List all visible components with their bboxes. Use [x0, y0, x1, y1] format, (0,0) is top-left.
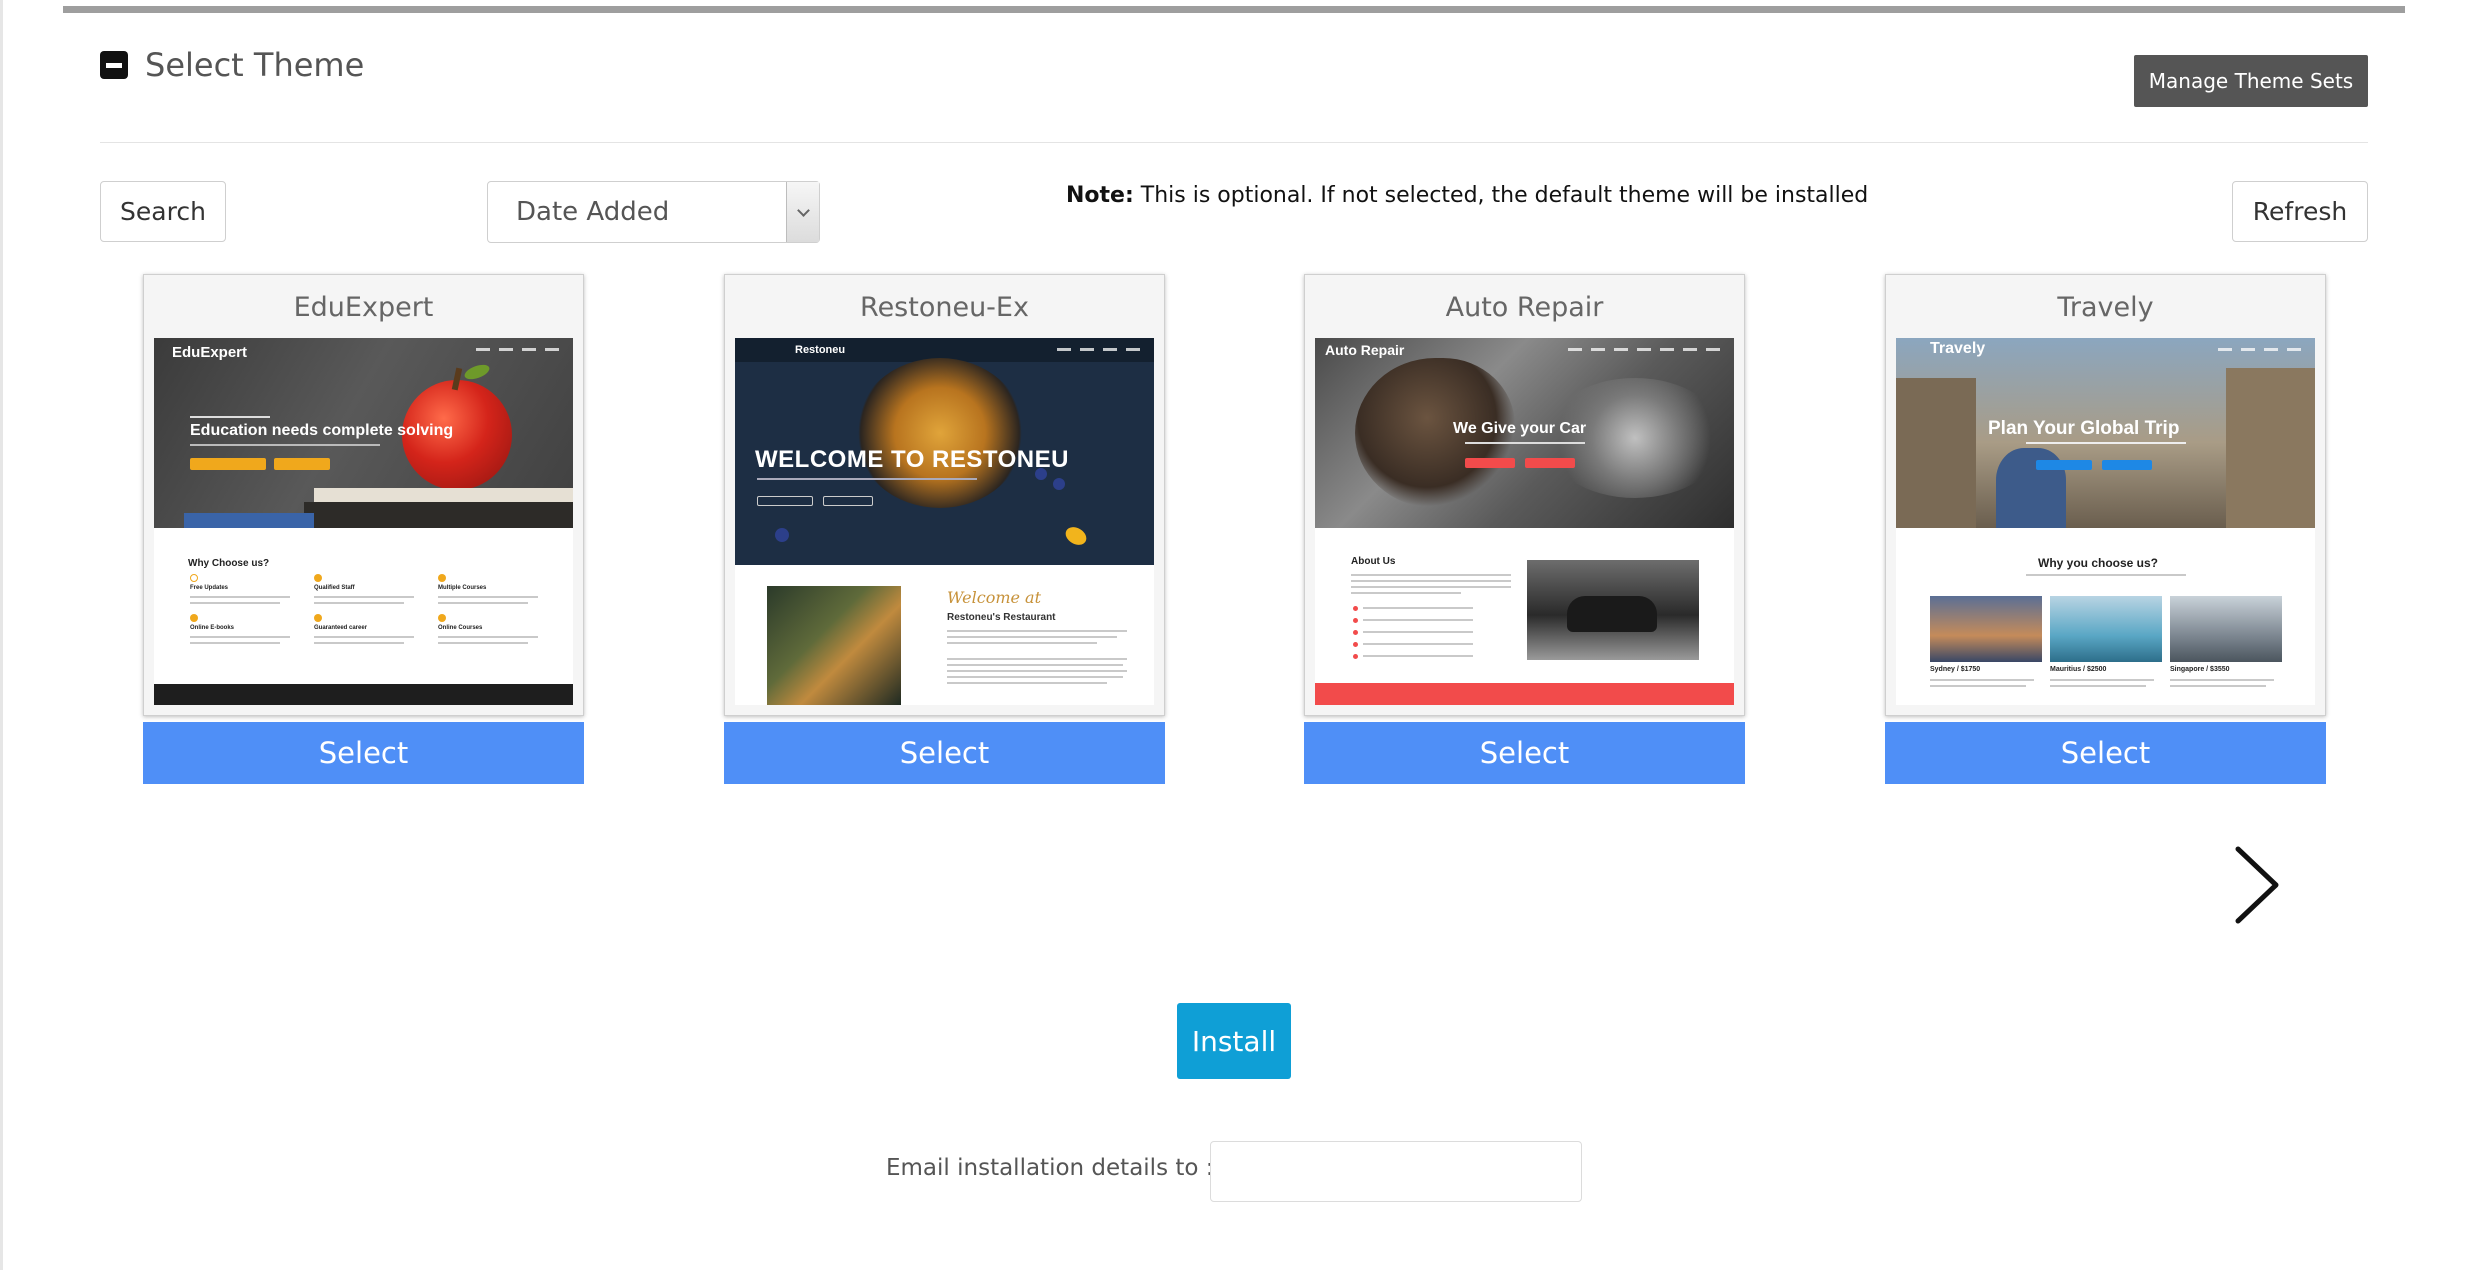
preview-headline: Plan Your Global Trip: [1988, 418, 2180, 439]
chevron-down-icon[interactable]: [786, 182, 819, 242]
manage-theme-sets-button[interactable]: Manage Theme Sets: [2134, 55, 2368, 107]
theme-card-travely[interactable]: Travely Travely Plan Your Global Trip Wh…: [1885, 274, 2326, 716]
sort-select[interactable]: Date Added: [487, 181, 820, 243]
theme-name: EduExpert: [293, 291, 434, 323]
preview-brand: Auto Repair: [1325, 342, 1405, 358]
email-field[interactable]: [1210, 1141, 1582, 1202]
preview-brand: Travely: [1930, 340, 1986, 357]
theme-card-restoneu-ex[interactable]: Restoneu-Ex Restoneu WELCOME TO RESTONEU…: [724, 274, 1165, 716]
preview-feature: Guaranteed career: [314, 625, 368, 631]
preview-section-heading: About Us: [1351, 556, 1396, 567]
preview-script-heading: Welcome at: [947, 588, 1042, 607]
destination-photo: [1930, 596, 2042, 662]
theme-preview-image[interactable]: Restoneu WELCOME TO RESTONEU Welcome at …: [735, 338, 1154, 705]
theme-card-eduexpert[interactable]: EduExpert EduExpert Education needs comp…: [143, 274, 584, 716]
note-label: Note:: [1066, 183, 1134, 208]
theme-preview-image[interactable]: EduExpert Education needs complete solvi…: [154, 338, 573, 705]
header-divider: [100, 142, 2368, 143]
minus-square-icon[interactable]: [100, 51, 128, 79]
destination-photo: [2050, 596, 2162, 662]
optional-note: Note: This is optional. If not selected,…: [1066, 183, 1868, 208]
section-title: Select Theme: [145, 46, 365, 84]
preview-feature: Free Updates: [190, 585, 229, 591]
select-button-restoneu-ex[interactable]: Select: [724, 722, 1165, 784]
preview-feature: Online Courses: [438, 625, 483, 631]
select-button-eduexpert[interactable]: Select: [143, 722, 584, 784]
chevron-right-icon[interactable]: [2232, 845, 2282, 925]
top-rule: [63, 6, 2405, 13]
theme-name: Auto Repair: [1445, 291, 1604, 323]
preview-headline: WELCOME TO RESTONEU: [755, 446, 1069, 473]
preview-section-heading: Why you choose us?: [2038, 556, 2159, 570]
section-header: Select Theme: [100, 40, 364, 90]
page-left-border: [0, 0, 3, 1270]
theme-preview-image[interactable]: Travely Plan Your Global Trip Why you ch…: [1896, 338, 2315, 705]
theme-name: Restoneu-Ex: [860, 291, 1029, 323]
theme-card-auto-repair[interactable]: Auto Repair Auto Repair We Give your Car…: [1304, 274, 1745, 716]
preview-headline: We Give your Car: [1453, 420, 1587, 437]
preview-destination: Sydney / $1750: [1930, 666, 1981, 673]
destination-photo: [2170, 596, 2282, 662]
preview-brand: EduExpert: [172, 344, 248, 361]
preview-destination: Singapore / $3550: [2170, 666, 2230, 673]
preview-feature: Online E-books: [190, 625, 235, 631]
preview-brand: Restoneu: [795, 344, 846, 356]
email-label: Email installation details to :: [886, 1155, 1214, 1181]
preview-section-heading: Restoneu's Restaurant: [947, 612, 1056, 623]
preview-feature: Multiple Courses: [438, 585, 487, 591]
select-button-travely[interactable]: Select: [1885, 722, 2326, 784]
sort-selected-value: Date Added: [516, 197, 670, 227]
dish-photo: [767, 586, 901, 705]
install-button[interactable]: Install: [1177, 1003, 1291, 1079]
theme-preview-image[interactable]: Auto Repair We Give your Car About Us: [1315, 338, 1734, 705]
refresh-button[interactable]: Refresh: [2232, 181, 2368, 242]
note-text: This is optional. If not selected, the d…: [1133, 183, 1869, 208]
food-bowl-graphic: [855, 358, 1025, 508]
preview-section-heading: Why Choose us?: [188, 558, 270, 569]
theme-name: Travely: [2057, 291, 2154, 323]
car-photo: [1527, 560, 1699, 660]
preview-headline: Education needs complete solving: [190, 422, 454, 439]
preview-feature: Qualified Staff: [314, 585, 355, 591]
preview-destination: Mauritius / $2500: [2050, 666, 2107, 673]
search-button[interactable]: Search: [100, 181, 226, 242]
select-button-auto-repair[interactable]: Select: [1304, 722, 1745, 784]
